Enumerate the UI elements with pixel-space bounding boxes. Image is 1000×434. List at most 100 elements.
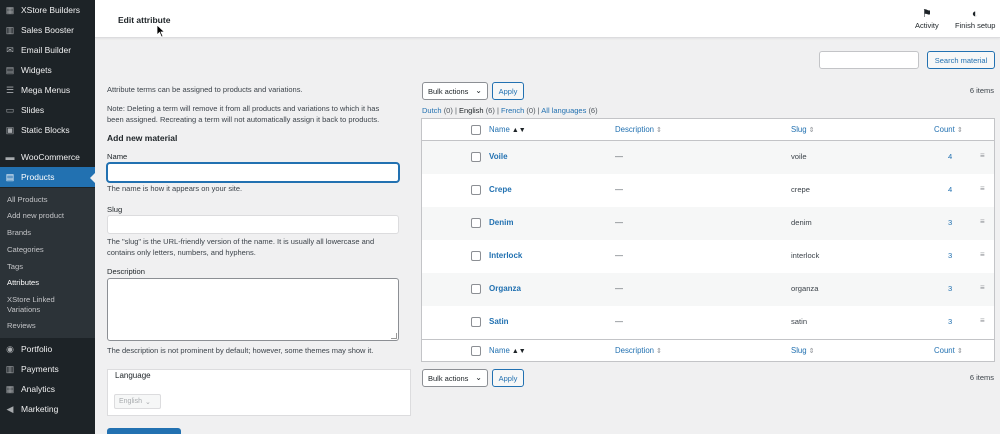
submenu-add-new-product[interactable]: Add new product [7, 211, 64, 221]
sidebar-item-analytics[interactable]: ▦ Analytics [0, 379, 95, 399]
description-field[interactable] [107, 278, 399, 341]
submenu-reviews[interactable]: Reviews [7, 321, 36, 331]
name-help: The name is how it appears on your site. [107, 184, 243, 193]
sidebar-item-widgets[interactable]: ▤ Widgets [0, 60, 95, 80]
term-name-link[interactable]: Interlock [489, 251, 522, 260]
column-description-header[interactable]: Description ⇕ [615, 125, 662, 134]
column-count-footer[interactable]: Count ⇕ [934, 346, 963, 355]
sidebar-item-xstore-builders[interactable]: ▦ XStore Builders [0, 0, 95, 20]
language-select[interactable]: English ⌄ [114, 394, 161, 409]
column-slug-header[interactable]: Slug ⇕ [791, 125, 814, 134]
term-description: — [615, 152, 623, 161]
drag-handle-icon[interactable]: ≡ [980, 316, 985, 325]
search-material-button[interactable]: Search material [927, 51, 995, 69]
page-header: Edit attribute ⚑ Activity ◐ Finish setup [95, 0, 1000, 38]
term-name-link[interactable]: Denim [489, 218, 513, 227]
term-count-link[interactable]: 4 [948, 185, 952, 194]
bulk-actions-select-top[interactable]: Bulk actions ⌄ [422, 82, 488, 100]
name-field[interactable] [107, 163, 399, 182]
select-all-checkbox[interactable] [471, 346, 481, 356]
slug-field[interactable] [107, 215, 399, 234]
submenu-tags[interactable]: Tags [7, 262, 23, 272]
submenu-variations[interactable]: Variations [7, 305, 40, 315]
drag-handle-icon[interactable]: ≡ [980, 283, 985, 292]
term-count-link[interactable]: 3 [948, 284, 952, 293]
name-label: Name [107, 152, 128, 161]
filter-all-languages-link[interactable]: All languages [541, 106, 586, 115]
terms-table: Name ▲▼ Description ⇕ Slug ⇕ Count ⇕ Voile —… [421, 118, 995, 362]
description-label: Description [107, 267, 145, 276]
submenu-categories[interactable]: Categories [7, 245, 44, 255]
column-name-footer[interactable]: Name ▲▼ [489, 346, 526, 355]
term-name-link[interactable]: Voile [489, 152, 508, 161]
language-filter: Dutch (0) | English (6) | French (0) | A… [422, 106, 598, 115]
column-description-footer[interactable]: Description ⇕ [615, 346, 662, 355]
apply-button-bottom[interactable]: Apply [492, 369, 524, 387]
column-count-header[interactable]: Count ⇕ [934, 125, 963, 134]
submenu-all-products[interactable]: All Products [7, 195, 48, 205]
sort-icon: ⇕ [808, 348, 815, 355]
filter-french-link[interactable]: French [501, 106, 524, 115]
slug-help-line1: The "slug" is the URL-friendly version o… [107, 237, 375, 246]
finish-setup-button[interactable]: ◐ Finish setup [955, 8, 995, 30]
sidebar-item-woocommerce[interactable]: ▬ WooCommerce [0, 147, 95, 167]
table-row: Voile — voile 4 ≡ [422, 141, 994, 174]
chevron-down-icon: ⌄ [475, 86, 482, 95]
submenu-brands[interactable]: Brands [7, 228, 31, 238]
filter-dutch-link[interactable]: Dutch [422, 106, 442, 115]
sidebar-item-marketing[interactable]: ◀ Marketing [0, 399, 95, 419]
sidebar-item-email-builder[interactable]: ✉ Email Builder [0, 40, 95, 60]
submenu-attributes[interactable]: Attributes [7, 278, 39, 288]
term-count-link[interactable]: 3 [948, 218, 952, 227]
progress-circle-icon: ◐ [971, 8, 979, 20]
column-name-header[interactable]: Name ▲▼ [489, 125, 526, 134]
row-checkbox[interactable] [471, 218, 481, 228]
submenu-xstore-linked[interactable]: XStore Linked [7, 295, 55, 305]
slides-icon: ▭ [5, 104, 15, 115]
term-name-link[interactable]: Crepe [489, 185, 512, 194]
sort-icon: ⇕ [656, 348, 662, 355]
sidebar-item-products[interactable]: ▤ Products [0, 167, 95, 187]
sidebar-item-static-blocks[interactable]: ▣ Static Blocks [0, 120, 95, 140]
select-all-checkbox[interactable] [471, 125, 481, 135]
term-slug: crepe [791, 185, 810, 194]
term-count-link[interactable]: 3 [948, 317, 952, 326]
term-count-link[interactable]: 3 [948, 251, 952, 260]
drag-handle-icon[interactable]: ≡ [980, 217, 985, 226]
search-input[interactable] [819, 51, 919, 69]
row-checkbox[interactable] [471, 152, 481, 162]
term-name-link[interactable]: Organza [489, 284, 521, 293]
sidebar-item-slides[interactable]: ▭ Slides [0, 100, 95, 120]
row-checkbox[interactable] [471, 251, 481, 261]
apply-button-top[interactable]: Apply [492, 82, 524, 100]
drag-handle-icon[interactable]: ≡ [980, 184, 985, 193]
add-material-button[interactable] [107, 428, 181, 434]
bulk-actions-select-bottom[interactable]: Bulk actions ⌄ [422, 369, 488, 387]
term-slug: interlock [791, 251, 820, 260]
sidebar-item-payments[interactable]: ▥ Payments [0, 359, 95, 379]
sidebar-item-sales-booster[interactable]: ▥ Sales Booster [0, 20, 95, 40]
drag-handle-icon[interactable]: ≡ [980, 250, 985, 259]
intro-text: Attribute terms can be assigned to produ… [107, 85, 303, 94]
sort-icon: ⇕ [956, 348, 963, 355]
resize-handle-icon[interactable] [391, 333, 397, 339]
row-checkbox[interactable] [471, 284, 481, 294]
term-name-link[interactable]: Satin [489, 317, 509, 326]
term-count-link[interactable]: 4 [948, 152, 952, 161]
sidebar-item-portfolio[interactable]: ◉ Portfolio [0, 339, 95, 359]
sidebar-item-mega-menus[interactable]: ☰ Mega Menus [0, 80, 95, 100]
mouse-cursor-icon [156, 24, 166, 38]
row-checkbox[interactable] [471, 317, 481, 327]
activity-button[interactable]: ⚑ Activity [915, 8, 939, 30]
sort-icon: ⇕ [656, 127, 662, 134]
term-description: — [615, 185, 623, 194]
row-checkbox[interactable] [471, 185, 481, 195]
column-slug-footer[interactable]: Slug ⇕ [791, 346, 814, 355]
blocks-icon: ▣ [5, 124, 15, 135]
grid-icon: ▦ [5, 4, 15, 15]
table-row: Denim — denim 3 ≡ [422, 207, 994, 240]
widgets-icon: ▤ [5, 64, 15, 75]
filter-english-current[interactable]: English [459, 106, 484, 115]
drag-handle-icon[interactable]: ≡ [980, 151, 985, 160]
sort-icon: ⇕ [808, 127, 815, 134]
